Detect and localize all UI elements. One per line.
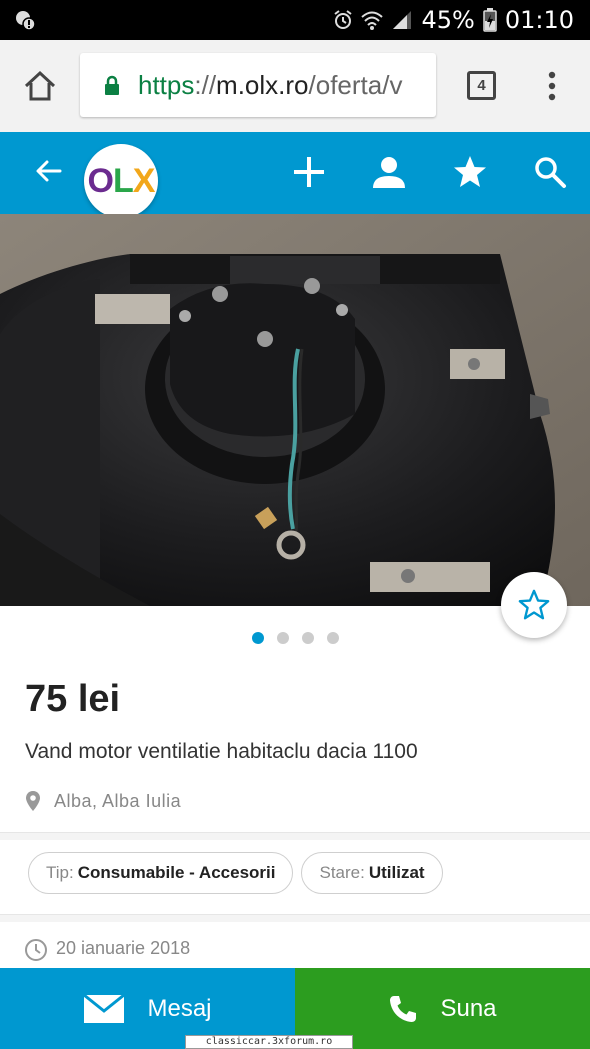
gallery-dot-2[interactable] — [277, 632, 289, 644]
clock: 01:10 — [504, 6, 574, 34]
star-icon[interactable] — [452, 154, 488, 190]
param-key: Tip: — [46, 863, 74, 882]
back-arrow-icon[interactable] — [34, 156, 64, 186]
photo-blower-motor — [0, 214, 590, 606]
param-value: Utilizat — [368, 863, 425, 882]
url-scheme: https — [138, 70, 195, 100]
watermark: classiccar.3xforum.ro — [185, 1035, 353, 1049]
gallery-dot-1[interactable] — [252, 632, 264, 644]
notification-icon — [16, 11, 36, 31]
clock-icon — [25, 939, 47, 961]
param-key: Stare: — [319, 863, 365, 882]
wifi-icon — [361, 11, 384, 30]
favorite-button[interactable] — [501, 572, 567, 638]
star-outline-icon — [518, 589, 550, 620]
address-bar[interactable]: https://m.olx.ro/oferta/v — [80, 53, 436, 117]
envelope-icon — [83, 993, 126, 1023]
signal-icon — [393, 11, 412, 29]
logo-letter-l: L — [112, 161, 134, 200]
section-divider — [0, 914, 590, 922]
plus-icon[interactable] — [291, 154, 327, 190]
gallery-dot-4[interactable] — [327, 632, 339, 644]
call-button-label: Suna — [440, 994, 497, 1022]
olx-logo[interactable]: OLX — [84, 144, 158, 218]
url-separator: :// — [194, 70, 217, 100]
tab-switcher-button[interactable]: 4 — [467, 71, 496, 100]
listing-title: Vand motor ventilatie habitaclu dacia 11… — [25, 740, 418, 763]
location-pin-icon — [26, 791, 40, 811]
logo-letter-x: X — [132, 161, 156, 200]
lock-icon — [105, 75, 119, 95]
gallery-pagination — [252, 632, 339, 644]
gallery-dot-3[interactable] — [302, 632, 314, 644]
battery-icon — [483, 8, 497, 32]
message-button-label: Mesaj — [147, 994, 212, 1022]
browser-toolbar: https://m.olx.ro/oferta/v 4 — [0, 40, 590, 132]
listing-date: 20 ianuarie 2018 — [56, 938, 191, 958]
logo-letter-o: O — [87, 161, 114, 200]
search-icon[interactable] — [532, 154, 568, 190]
listing-params: Tip: Consumabile - Accesorii Stare: Util… — [28, 852, 443, 894]
overflow-menu-icon[interactable] — [540, 68, 564, 104]
user-icon[interactable] — [371, 154, 407, 190]
listing-location[interactable]: Alba, Alba Iulia — [54, 791, 181, 812]
app-header: OLX — [0, 132, 590, 218]
listing-price: 75 lei — [25, 678, 121, 720]
param-chip-type[interactable]: Tip: Consumabile - Accesorii — [28, 852, 294, 894]
url-path: /oferta/v — [308, 70, 403, 100]
param-value: Consumabile - Accesorii — [77, 863, 276, 882]
product-photo[interactable] — [0, 214, 590, 606]
section-divider — [0, 832, 590, 840]
status-bar: 45% 01:10 — [0, 0, 590, 40]
phone-icon — [390, 995, 417, 1022]
url-text: https://m.olx.ro/oferta/v — [138, 70, 402, 101]
url-host: m.olx.ro — [216, 70, 309, 100]
battery-percent: 45% — [421, 6, 475, 34]
param-chip-condition[interactable]: Stare: Utilizat — [301, 852, 443, 894]
home-icon[interactable] — [22, 68, 58, 104]
alarm-icon — [334, 10, 353, 29]
